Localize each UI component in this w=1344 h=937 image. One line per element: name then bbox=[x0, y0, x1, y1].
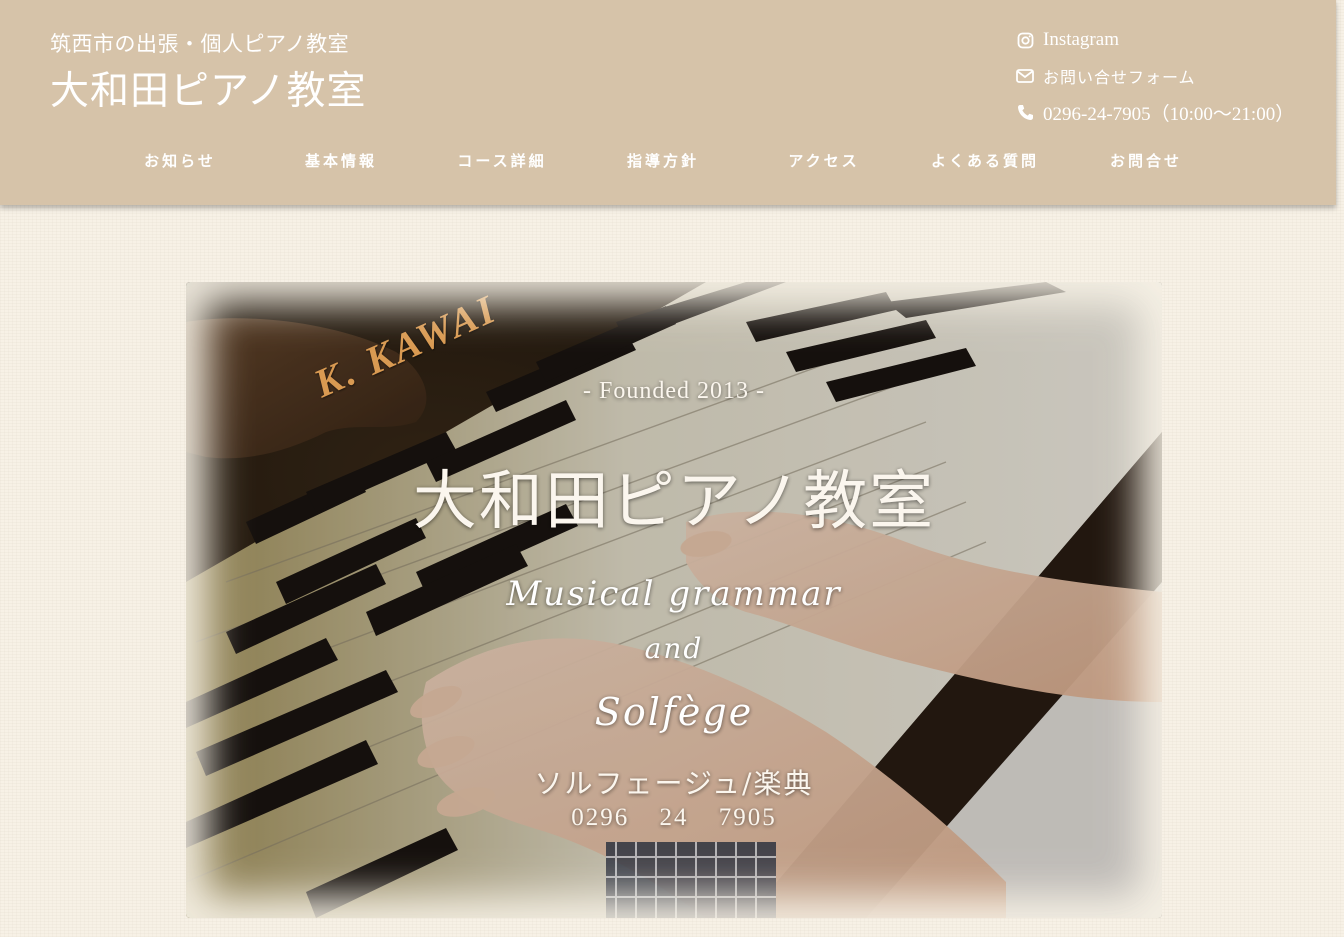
nav-item-faq[interactable]: よくある質問 bbox=[905, 146, 1065, 176]
hero-phone: 0296 24 7905 bbox=[571, 804, 777, 831]
hero-image: K. KAWAI - Founded 2013 - 大和田ピアノ教室 Music… bbox=[186, 282, 1162, 918]
instagram-link[interactable]: Instagram bbox=[1016, 22, 1294, 58]
site-header: 筑西市の出張・個人ピアノ教室 大和田ピアノ教室 Instagram お問い合せフ… bbox=[0, 0, 1336, 205]
nav-item-news[interactable]: お知らせ bbox=[100, 146, 260, 176]
hero-solfege-jp: ソルフェージュ/楽典 bbox=[534, 767, 814, 800]
hero-title: 大和田ピアノ教室 bbox=[412, 465, 936, 539]
header-contacts: Instagram お問い合せフォーム 0296-24-7905（10:00〜2… bbox=[1016, 22, 1294, 130]
nav-item-teaching-policy[interactable]: 指導方針 bbox=[583, 146, 743, 176]
hero-script-line1: Musical grammar bbox=[506, 574, 842, 614]
site-title[interactable]: 大和田ピアノ教室 bbox=[50, 67, 367, 117]
instagram-label: Instagram bbox=[1043, 29, 1119, 50]
phone-link[interactable]: 0296-24-7905（10:00〜21:00） bbox=[1016, 94, 1294, 130]
phone-icon bbox=[1016, 103, 1034, 121]
envelope-icon bbox=[1016, 67, 1034, 85]
global-nav: お知らせ 基本情報 コース詳細 指導方針 アクセス よくある質問 お問合せ bbox=[100, 146, 1240, 176]
nav-item-course-details[interactable]: コース詳細 bbox=[422, 146, 582, 176]
nav-item-contact[interactable]: お問合せ bbox=[1066, 146, 1226, 176]
instagram-icon bbox=[1016, 31, 1034, 49]
contact-form-label: お問い合せフォーム bbox=[1043, 68, 1196, 87]
nav-item-access[interactable]: アクセス bbox=[744, 146, 904, 176]
brand-tagline: 筑西市の出張・個人ピアノ教室 bbox=[50, 32, 350, 56]
contact-form-link[interactable]: お問い合せフォーム bbox=[1016, 58, 1294, 94]
brand[interactable]: 筑西市の出張・個人ピアノ教室 大和田ピアノ教室 bbox=[50, 30, 367, 117]
hero-script-line2: and bbox=[644, 632, 704, 665]
hero-founded: - Founded 2013 - bbox=[583, 378, 765, 404]
hero-script-line3: Solfège bbox=[594, 690, 754, 734]
nav-item-basic-info[interactable]: 基本情報 bbox=[261, 146, 421, 176]
phone-label: 0296-24-7905（10:00〜21:00） bbox=[1043, 103, 1295, 125]
